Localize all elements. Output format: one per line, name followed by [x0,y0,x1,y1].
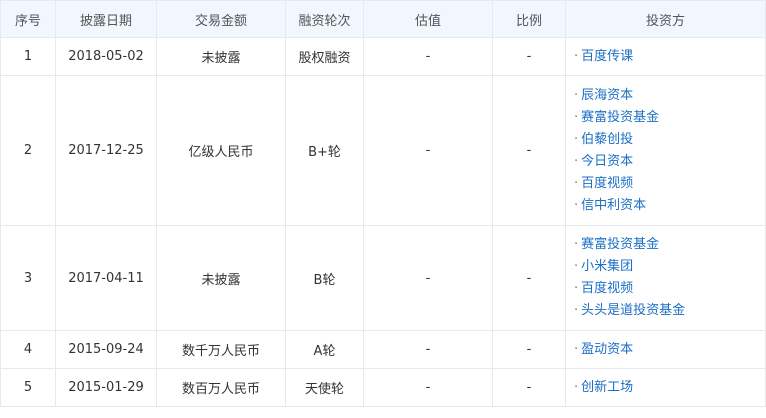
investor-link[interactable]: 百度视频 [581,281,633,296]
cell-valuation: - [363,368,493,407]
cell-ratio: - [492,368,566,407]
cell-ratio: - [492,330,566,369]
col-header-valuation: 估值 [363,0,493,38]
cell-ratio: - [492,225,566,331]
investor-link[interactable]: 盈动资本 [581,342,633,357]
table-row: 4 2015-09-24 数千万人民币 A轮 - - · 盈动资本 [0,330,766,369]
cell-ratio: - [492,75,566,226]
cell-investors: · 创新工场 [565,368,766,407]
cell-round: A轮 [285,330,364,369]
cell-no: 4 [0,330,56,369]
col-header-no: 序号 [0,0,56,38]
cell-amount: 数百万人民币 [156,368,286,407]
col-header-round: 融资轮次 [285,0,364,38]
cell-no: 5 [0,368,56,407]
col-header-investors: 投资方 [565,0,766,38]
header-row: 序号 披露日期 交易金额 融资轮次 估值 比例 投资方 [0,0,766,38]
cell-valuation: - [363,37,493,76]
investor-link[interactable]: 信中利资本 [581,198,646,213]
cell-round: 股权融资 [285,37,364,76]
investor-link[interactable]: 赛富投资基金 [581,237,659,252]
financing-table: 序号 披露日期 交易金额 融资轮次 估值 比例 投资方 1 2018-05-02… [0,0,766,407]
col-header-ratio: 比例 [492,0,566,38]
cell-investors: · 百度传课 [565,37,766,76]
cell-valuation: - [363,75,493,226]
investor-link[interactable]: 赛富投资基金 [581,110,659,125]
investor-link[interactable]: 百度传课 [581,49,633,64]
cell-valuation: - [363,225,493,331]
investor-link[interactable]: 辰海资本 [581,88,633,103]
cell-no: 2 [0,75,56,226]
cell-date: 2018-05-02 [55,37,157,76]
cell-valuation: - [363,330,493,369]
table-row: 2 2017-12-25 亿级人民币 B+轮 - - · 辰海资本 · 赛富投资基金… [0,75,766,226]
table-row: 5 2015-01-29 数百万人民币 天使轮 - - · 创新工场 [0,368,766,407]
cell-ratio: - [492,37,566,76]
investor-link[interactable]: 小米集团 [581,259,633,274]
cell-investors: · 辰海资本 · 赛富投资基金 · 伯藜创投 · 今日资本 · 百度视频 · 信中利资本 [565,75,766,226]
col-header-amount: 交易金额 [156,0,286,38]
cell-date: 2015-09-24 [55,330,157,369]
cell-date: 2015-01-29 [55,368,157,407]
cell-amount: 未披露 [156,225,286,331]
investor-link[interactable]: 百度视频 [581,176,633,191]
cell-amount: 亿级人民币 [156,75,286,226]
cell-investors: · 赛富投资基金 · 小米集团 · 百度视频 · 头头是道投资基金 [565,225,766,331]
cell-no: 3 [0,225,56,331]
cell-date: 2017-04-11 [55,225,157,331]
col-header-date: 披露日期 [55,0,157,38]
table-row: 1 2018-05-02 未披露 股权融资 - - · 百度传课 [0,37,766,76]
cell-investors: · 盈动资本 [565,330,766,369]
cell-amount: 数千万人民币 [156,330,286,369]
investor-link[interactable]: 伯藜创投 [581,132,633,147]
cell-date: 2017-12-25 [55,75,157,226]
investor-link[interactable]: 头头是道投资基金 [581,303,685,318]
cell-round: B轮 [285,225,364,331]
table-row: 3 2017-04-11 未披露 B轮 - - · 赛富投资基金 · 小米集团 · 百… [0,225,766,331]
cell-round: B+轮 [285,75,364,226]
cell-no: 1 [0,37,56,76]
cell-amount: 未披露 [156,37,286,76]
investor-link[interactable]: 创新工场 [581,380,633,395]
cell-round: 天使轮 [285,368,364,407]
investor-link[interactable]: 今日资本 [581,154,633,169]
